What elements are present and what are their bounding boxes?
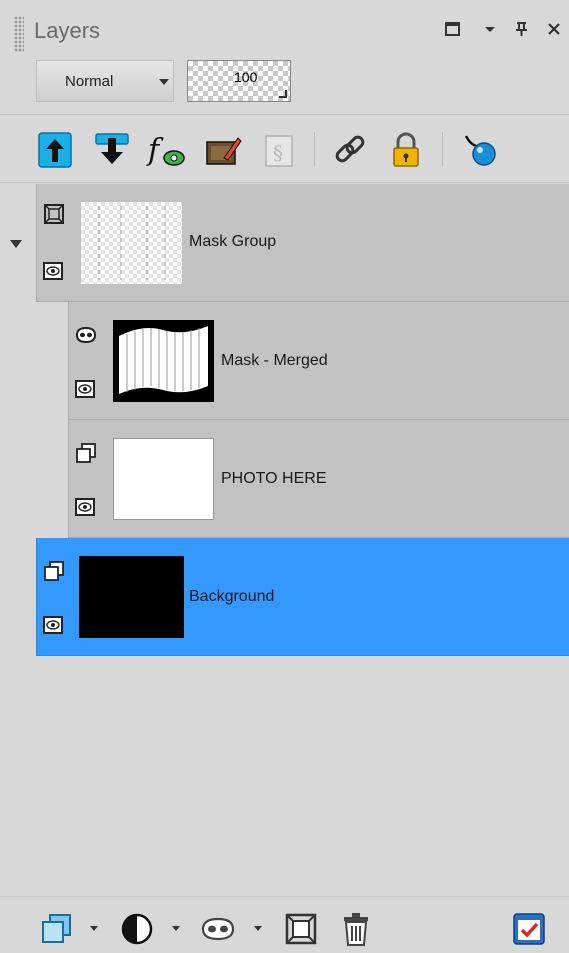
- eye-icon[interactable]: [75, 380, 95, 398]
- layer-name: PHOTO HERE: [221, 470, 327, 487]
- drag-grip[interactable]: [14, 16, 24, 52]
- new-group-icon: [285, 913, 317, 945]
- layer-properties-icon: [513, 913, 545, 945]
- panel-title: Layers: [34, 18, 101, 43]
- chevron-down-icon: [159, 79, 169, 85]
- new-mask-layer-button[interactable]: [200, 912, 236, 951]
- new-adjustment-layer-icon: [121, 913, 153, 945]
- layer-name: Mask - Merged: [221, 352, 328, 369]
- pick-layer-button[interactable]: [460, 130, 500, 170]
- layers-panel: Layers Normal 100 f § Mask Group Mask - …: [0, 0, 569, 953]
- layer-name: Background: [189, 588, 275, 605]
- layer-properties-button[interactable]: [512, 912, 546, 951]
- properties-button-disabled[interactable]: §: [262, 130, 302, 170]
- expand-toggle-icon[interactable]: [10, 240, 22, 248]
- layer-row-photo-here[interactable]: PHOTO HERE: [68, 420, 569, 538]
- pin-icon: [516, 22, 527, 36]
- toolbar-separator: [314, 132, 315, 166]
- eye-icon[interactable]: [43, 616, 63, 634]
- restore-button[interactable]: [444, 20, 462, 42]
- layer-name: Mask Group: [189, 233, 277, 250]
- edit-selection-icon: [206, 137, 242, 165]
- move-up-icon: [38, 132, 72, 168]
- layer-styles-icon: f: [146, 133, 185, 168]
- raster-layer-icon: [76, 443, 96, 463]
- new-raster-layer-icon: [42, 914, 71, 943]
- opacity-value: 100: [234, 69, 258, 85]
- layer-styles-button[interactable]: f: [146, 130, 186, 170]
- blend-mode-value: Normal: [65, 73, 114, 90]
- layer-thumbnail: [113, 320, 214, 402]
- new-group-button[interactable]: [284, 912, 318, 951]
- new-mask-layer-icon: [201, 917, 235, 941]
- move-down-icon: [95, 133, 129, 164]
- link-icon: [335, 135, 365, 163]
- group-layer-icon: [44, 204, 64, 224]
- panel-menu-button[interactable]: [484, 20, 496, 42]
- pick-icon: [464, 135, 496, 166]
- raster-layer-icon: [44, 561, 64, 581]
- layer-thumbnail: [79, 556, 184, 638]
- chevron-down-icon: [485, 27, 495, 32]
- layer-thumbnail: [81, 202, 182, 284]
- properties-icon: §: [265, 135, 293, 167]
- new-adjustment-layer-button[interactable]: [120, 912, 154, 951]
- edit-selection-button[interactable]: [204, 130, 244, 170]
- chevron-down-icon[interactable]: [172, 926, 180, 931]
- pin-button[interactable]: [514, 20, 530, 42]
- move-layer-up-button[interactable]: [36, 130, 76, 170]
- opacity-field[interactable]: 100: [187, 60, 291, 102]
- layer-row-mask-merged[interactable]: Mask - Merged: [68, 302, 569, 420]
- svg-text:§: §: [273, 141, 283, 165]
- move-layer-down-button[interactable]: [92, 130, 132, 170]
- svg-text:f: f: [146, 133, 164, 168]
- delete-layer-icon: [344, 913, 368, 946]
- mask-layer-icon: [75, 326, 97, 344]
- layer-thumbnail: [113, 438, 214, 520]
- delete-layer-button[interactable]: [340, 912, 372, 951]
- chevron-down-icon[interactable]: [90, 926, 98, 931]
- close-button[interactable]: [546, 20, 562, 42]
- chevron-down-icon[interactable]: [254, 926, 262, 931]
- eye-icon[interactable]: [43, 262, 63, 280]
- new-raster-layer-button[interactable]: [40, 912, 74, 951]
- link-layers-button[interactable]: [330, 130, 370, 170]
- resize-corner-icon: [279, 90, 287, 98]
- blend-mode-dropdown[interactable]: Normal: [36, 60, 174, 102]
- close-icon: [548, 23, 560, 35]
- lock-icon: [393, 132, 419, 167]
- layer-row-background[interactable]: Background: [36, 538, 569, 656]
- restore-icon: [445, 22, 460, 36]
- divider: [0, 114, 569, 115]
- eye-icon[interactable]: [75, 498, 95, 516]
- lock-layer-button[interactable]: [386, 130, 426, 170]
- toolbar-separator: [442, 132, 443, 166]
- layer-row-mask-group[interactable]: Mask Group: [36, 184, 569, 302]
